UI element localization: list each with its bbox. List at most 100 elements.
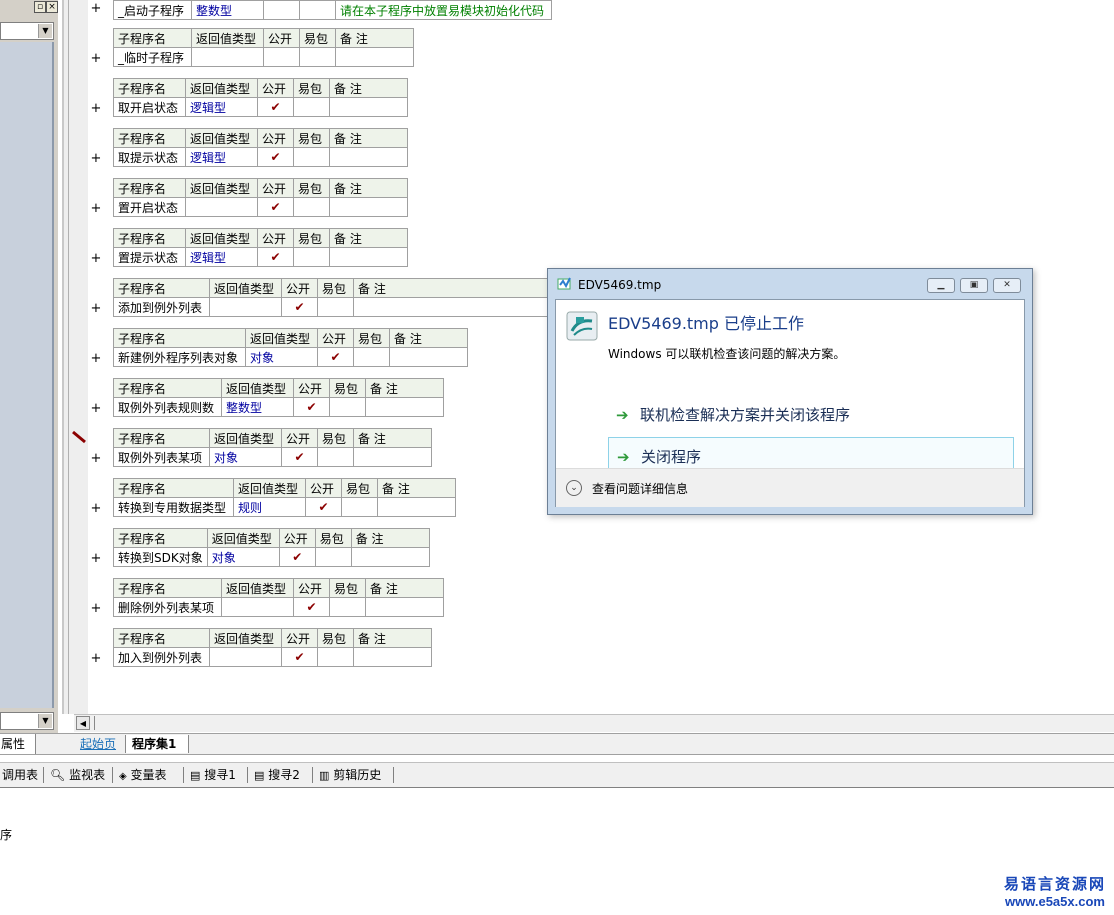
event-combo[interactable]: ▼ bbox=[0, 712, 54, 730]
easy-cell[interactable] bbox=[293, 197, 330, 217]
public-cell[interactable]: ✔ bbox=[257, 197, 294, 217]
public-cell[interactable]: ✔ bbox=[257, 97, 294, 117]
note-cell[interactable] bbox=[353, 297, 550, 317]
note-cell[interactable] bbox=[350, 547, 430, 567]
easy-cell[interactable] bbox=[317, 447, 354, 467]
public-cell[interactable]: ✔ bbox=[278, 547, 316, 567]
subroutine-name[interactable]: 取开启状态 bbox=[113, 97, 186, 117]
expand-icon[interactable]: + bbox=[90, 302, 102, 316]
chevron-down-icon[interactable]: ⌄ bbox=[566, 480, 582, 496]
public-cell[interactable]: ✔ bbox=[281, 447, 318, 467]
easy-cell[interactable] bbox=[293, 147, 330, 167]
expand-icon[interactable]: + bbox=[90, 452, 102, 466]
public-cell[interactable] bbox=[263, 47, 300, 67]
return-type[interactable] bbox=[185, 197, 258, 217]
return-type[interactable]: 整数型 bbox=[191, 0, 264, 20]
minimize-icon[interactable]: ▁ bbox=[927, 278, 955, 293]
note-cell[interactable]: 请在本子程序中放置易模块初始化代码 bbox=[335, 0, 552, 20]
expand-icon[interactable]: + bbox=[90, 202, 102, 216]
chevron-down-icon[interactable]: ▼ bbox=[38, 714, 52, 728]
restore-icon[interactable]: ▣ bbox=[960, 278, 988, 293]
view-details-link[interactable]: 查看问题详细信息 bbox=[592, 480, 688, 497]
note-cell[interactable] bbox=[353, 647, 432, 667]
easy-cell[interactable] bbox=[317, 647, 354, 667]
expand-icon[interactable]: + bbox=[90, 552, 102, 566]
expand-icon[interactable]: + bbox=[90, 402, 102, 416]
subroutine-name[interactable]: 转换到SDK对象 bbox=[113, 547, 208, 567]
note-cell[interactable] bbox=[353, 447, 432, 467]
subroutine-name[interactable]: 删除例外列表某项 bbox=[113, 597, 222, 617]
subroutine-name[interactable]: 取提示状态 bbox=[113, 147, 186, 167]
subroutine-name[interactable]: 加入到例外列表 bbox=[113, 647, 210, 667]
expand-icon[interactable]: + bbox=[90, 152, 102, 166]
return-type[interactable] bbox=[191, 47, 264, 67]
note-cell[interactable] bbox=[329, 147, 408, 167]
easy-cell[interactable] bbox=[293, 247, 330, 267]
search1-button[interactable]: ▤ 搜寻1 bbox=[190, 767, 236, 784]
expand-icon[interactable]: + bbox=[90, 252, 102, 266]
easy-cell[interactable] bbox=[299, 0, 336, 20]
chevron-down-icon[interactable]: ▼ bbox=[38, 24, 52, 38]
tab-program-set[interactable]: 程序集1 bbox=[125, 735, 189, 753]
expand-icon[interactable]: + bbox=[90, 502, 102, 516]
easy-cell[interactable] bbox=[329, 597, 366, 617]
return-type[interactable]: 整数型 bbox=[221, 397, 294, 417]
return-type[interactable] bbox=[209, 297, 282, 317]
subroutine-name[interactable]: _启动子程序 bbox=[113, 0, 192, 20]
clip-history-button[interactable]: ▥ 剪辑历史 bbox=[319, 767, 381, 784]
note-cell[interactable] bbox=[377, 497, 456, 517]
search2-button[interactable]: ▤ 搜寻2 bbox=[254, 767, 300, 784]
return-type[interactable]: 逻辑型 bbox=[185, 247, 258, 267]
note-cell[interactable] bbox=[365, 597, 444, 617]
easy-cell[interactable] bbox=[293, 97, 330, 117]
public-cell[interactable]: ✔ bbox=[281, 297, 318, 317]
close-icon[interactable]: × bbox=[46, 1, 58, 13]
var-table-button[interactable]: ◈ 变量表 bbox=[119, 767, 167, 785]
tab-properties[interactable]: 属性 bbox=[0, 734, 36, 754]
return-type[interactable] bbox=[221, 597, 294, 617]
close-icon[interactable]: ✕ bbox=[993, 278, 1021, 293]
note-cell[interactable] bbox=[365, 397, 444, 417]
call-table-button[interactable]: 调用表 bbox=[2, 767, 38, 783]
public-cell[interactable] bbox=[263, 0, 300, 20]
return-type[interactable]: 对象 bbox=[206, 547, 280, 567]
return-type[interactable]: 对象 bbox=[245, 347, 318, 367]
public-cell[interactable]: ✔ bbox=[281, 647, 318, 667]
property-list[interactable] bbox=[0, 42, 54, 708]
subroutine-name[interactable]: 取例外列表某项 bbox=[113, 447, 210, 467]
expand-icon[interactable]: + bbox=[90, 52, 102, 66]
note-cell[interactable] bbox=[329, 247, 408, 267]
check-online-button[interactable]: ➔ 联机检查解决方案并关闭该程序 bbox=[608, 396, 1014, 436]
return-type[interactable]: 对象 bbox=[209, 447, 282, 467]
easy-cell[interactable] bbox=[314, 547, 352, 567]
subroutine-name[interactable]: 添加到例外列表 bbox=[113, 297, 210, 317]
tab-start-page[interactable]: 起始页 bbox=[72, 735, 132, 753]
easy-cell[interactable] bbox=[329, 397, 366, 417]
note-cell[interactable] bbox=[389, 347, 468, 367]
return-type[interactable] bbox=[209, 647, 282, 667]
easy-cell[interactable] bbox=[299, 47, 336, 67]
public-cell[interactable]: ✔ bbox=[257, 147, 294, 167]
public-cell[interactable]: ✔ bbox=[257, 247, 294, 267]
expand-icon[interactable]: + bbox=[90, 602, 102, 616]
note-cell[interactable] bbox=[335, 47, 414, 67]
subroutine-name[interactable]: 转换到专用数据类型 bbox=[113, 497, 234, 517]
public-cell[interactable]: ✔ bbox=[305, 497, 342, 517]
expand-icon[interactable]: + bbox=[90, 2, 102, 16]
easy-cell[interactable] bbox=[341, 497, 378, 517]
expand-icon[interactable]: + bbox=[90, 102, 102, 116]
restore-icon[interactable]: ▫ bbox=[34, 1, 46, 13]
watch-table-button[interactable]: 🔍︎ 监视表 bbox=[50, 767, 105, 783]
subroutine-name[interactable]: 置提示状态 bbox=[113, 247, 186, 267]
subroutine-name[interactable]: 新建例外程序列表对象 bbox=[113, 347, 246, 367]
return-type[interactable]: 逻辑型 bbox=[185, 147, 258, 167]
subroutine-name[interactable]: 取例外列表规则数 bbox=[113, 397, 222, 417]
subroutine-name[interactable]: 置开启状态 bbox=[113, 197, 186, 217]
public-cell[interactable]: ✔ bbox=[293, 397, 330, 417]
note-cell[interactable] bbox=[329, 197, 408, 217]
public-cell[interactable]: ✔ bbox=[293, 597, 330, 617]
expand-icon[interactable]: + bbox=[90, 352, 102, 366]
scroll-left-icon[interactable]: ◀ bbox=[76, 716, 90, 730]
easy-cell[interactable] bbox=[353, 347, 390, 367]
easy-cell[interactable] bbox=[317, 297, 354, 317]
